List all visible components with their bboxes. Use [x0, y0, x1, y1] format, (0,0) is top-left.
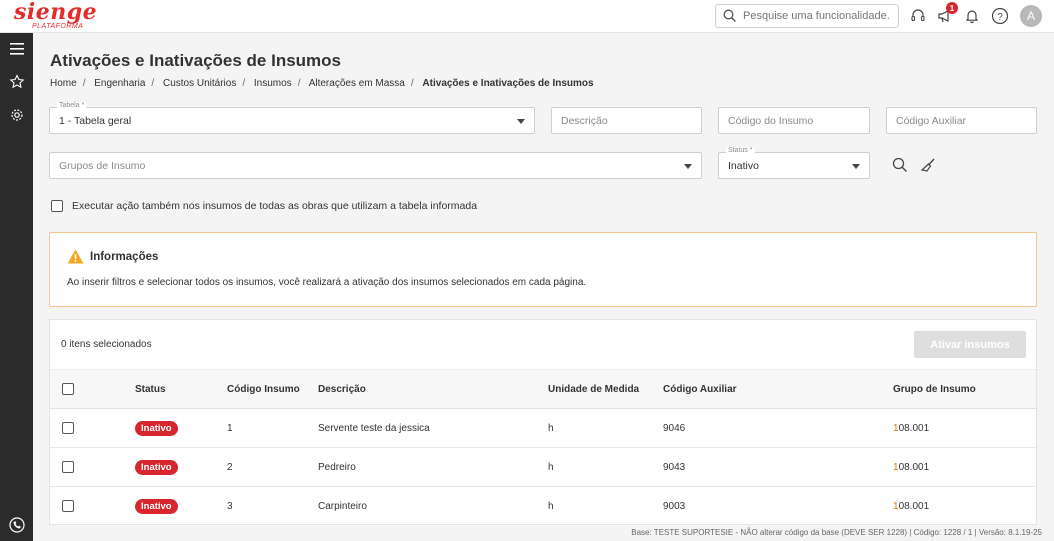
cell-descricao: Carpinteiro [318, 501, 367, 512]
cell-auxiliar: 9046 [663, 423, 686, 434]
column-descricao[interactable]: Descrição [318, 384, 366, 395]
cell-descricao: Servente teste da jessica [318, 423, 430, 434]
descricao-field[interactable]: Descrição [551, 107, 702, 134]
codigo-auxiliar-field[interactable]: Código Auxiliar [886, 107, 1037, 134]
footer-info: Base: TESTE SUPORTESIE - NÃO alterar cód… [631, 528, 1042, 537]
broom-icon[interactable] [919, 156, 937, 174]
info-header: Informações [67, 249, 158, 264]
logo-text: sienge [14, 0, 98, 25]
grupos-placeholder: Grupos de Insumo [59, 160, 146, 172]
codigo-insumo-field[interactable]: Código do Insumo [718, 107, 870, 134]
footer: Base: TESTE SUPORTESIE - NÃO alterar cód… [33, 525, 1054, 541]
status-badge: Inativo [135, 421, 178, 436]
notification-badge: 1 [946, 2, 958, 14]
codigo-insumo-placeholder: Código do Insumo [728, 115, 814, 127]
executar-obras-checkbox[interactable] [51, 200, 63, 212]
sidebar [0, 33, 33, 541]
row-checkbox[interactable] [62, 500, 74, 512]
cell-unidade: h [548, 462, 554, 473]
insumos-table-card: 0 itens selecionados Ativar insumos Stat… [49, 319, 1037, 525]
headset-icon[interactable] [908, 6, 928, 26]
info-text: Ao inserir filtros e selecionar todos os… [67, 277, 587, 288]
cell-grupo: 108.001 [893, 423, 930, 434]
cell-unidade: h [548, 423, 554, 434]
breadcrumb-current: Ativações e Inativações de Insumos [422, 78, 594, 89]
status-badge: Inativo [135, 460, 178, 475]
help-icon[interactable]: ? [990, 6, 1010, 26]
chevron-down-icon [684, 164, 692, 169]
main-content: Ativações e Inativações de Insumos Home /… [33, 33, 1054, 525]
breadcrumb: Home / Engenharia / Custos Unitários / Insu… [50, 78, 594, 89]
gear-icon[interactable] [8, 106, 26, 124]
executar-obras-label: Executar ação também nos insumos de toda… [72, 200, 478, 212]
status-select[interactable]: Status * Inativo [718, 147, 870, 179]
breadcrumb-custos-unitarios[interactable]: Custos Unitários [163, 78, 236, 89]
top-bar: sienge PLATAFORMA 1 ? A [0, 0, 1054, 33]
cell-codigo: 1 [227, 423, 233, 434]
breadcrumb-engenharia[interactable]: Engenharia [94, 78, 145, 89]
cell-unidade: h [548, 501, 554, 512]
table-header: Status Código Insumo Descrição Unidade d… [50, 369, 1036, 409]
cell-codigo: 2 [227, 462, 233, 473]
row-checkbox[interactable] [62, 461, 74, 473]
svg-text:?: ? [997, 12, 1003, 23]
table-row[interactable]: Inativo 3 Carpinteiro h 9003 108.001 [50, 487, 1036, 524]
executar-obras-option[interactable]: Executar ação também nos insumos de toda… [51, 200, 477, 212]
info-title: Informações [90, 250, 159, 263]
bell-icon[interactable] [962, 6, 982, 26]
star-icon[interactable] [8, 73, 26, 91]
search-icon[interactable] [891, 156, 909, 174]
tabela-value: 1 - Tabela geral [59, 115, 132, 127]
cell-auxiliar: 9003 [663, 501, 686, 512]
info-box: Informações Ao inserir filtros e selecio… [49, 232, 1037, 307]
row-checkbox[interactable] [62, 422, 74, 434]
select-all-checkbox[interactable] [62, 383, 74, 395]
column-status[interactable]: Status [135, 384, 166, 395]
page-title: Ativações e Inativações de Insumos [50, 51, 342, 70]
cell-codigo: 3 [227, 501, 233, 512]
table-row[interactable]: Inativo 2 Pedreiro h 9043 108.001 [50, 448, 1036, 487]
column-grupo-insumo[interactable]: Grupo de Insumo [893, 384, 976, 395]
grupos-insumo-select[interactable]: Grupos de Insumo [49, 152, 702, 179]
column-codigo-auxiliar[interactable]: Código Auxiliar [663, 384, 737, 395]
breadcrumb-alteracoes-em-massa[interactable]: Alterações em Massa [309, 78, 405, 89]
column-unidade-medida[interactable]: Unidade de Medida [548, 384, 639, 395]
status-label: Status * [726, 147, 755, 154]
cell-grupo: 108.001 [893, 462, 930, 473]
megaphone-icon[interactable]: 1 [935, 2, 958, 26]
descricao-placeholder: Descrição [561, 115, 608, 127]
cell-grupo: 108.001 [893, 501, 930, 512]
search-box[interactable] [715, 4, 899, 28]
phone-icon[interactable] [8, 516, 26, 534]
chevron-down-icon [852, 164, 860, 169]
cell-auxiliar: 9043 [663, 462, 686, 473]
warning-icon [67, 249, 84, 264]
selected-count: 0 itens selecionados [61, 339, 152, 350]
breadcrumb-home[interactable]: Home [50, 78, 77, 89]
codigo-auxiliar-placeholder: Código Auxiliar [896, 115, 967, 127]
status-value: Inativo [728, 160, 759, 172]
cell-descricao: Pedreiro [318, 462, 356, 473]
chevron-down-icon [517, 119, 525, 124]
avatar[interactable]: A [1020, 5, 1042, 27]
menu-icon[interactable] [8, 40, 26, 58]
sienge-logo[interactable]: sienge PLATAFORMA [14, 1, 97, 31]
tabela-label: Tabela * [57, 102, 87, 109]
tabela-select[interactable]: Tabela * 1 - Tabela geral [49, 102, 535, 134]
search-input[interactable] [743, 8, 893, 24]
status-badge: Inativo [135, 499, 178, 514]
table-row[interactable]: Inativo 1 Servente teste da jessica h 90… [50, 409, 1036, 448]
breadcrumb-insumos[interactable]: Insumos [254, 78, 292, 89]
column-codigo-insumo[interactable]: Código Insumo [227, 384, 300, 395]
search-icon [723, 9, 736, 22]
ativar-insumos-button[interactable]: Ativar insumos [914, 331, 1026, 358]
